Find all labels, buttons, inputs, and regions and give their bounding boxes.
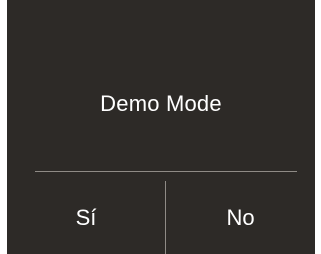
demo-mode-dialog: Demo Mode Sí No: [7, 0, 315, 254]
yes-button[interactable]: Sí: [7, 190, 165, 246]
horizontal-divider: [35, 171, 297, 172]
no-button[interactable]: No: [166, 190, 315, 246]
dialog-title: Demo Mode: [100, 91, 222, 116]
